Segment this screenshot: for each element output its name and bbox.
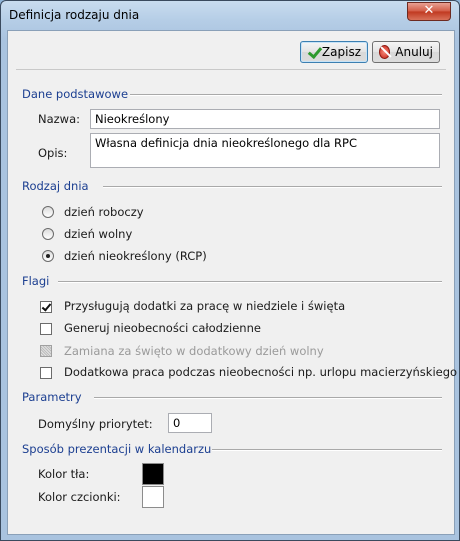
section-divider bbox=[58, 281, 442, 283]
checkbox-full-day-absence[interactable] bbox=[40, 323, 52, 335]
section-divider bbox=[94, 397, 442, 399]
close-button[interactable]: ✕ bbox=[407, 2, 451, 21]
checkbox-holiday-swap bbox=[40, 345, 52, 357]
priority-label: Domyślny priorytet: bbox=[38, 417, 153, 431]
cancel-button[interactable]: Anuluj bbox=[372, 41, 440, 63]
checkbox-extra-work-absence[interactable] bbox=[40, 367, 52, 379]
checkbox-holiday-bonus[interactable] bbox=[40, 301, 52, 313]
checkbox-holiday-bonus-label[interactable]: Przysługują dodatki za pracę w niedziele… bbox=[64, 299, 345, 313]
font-color-label: Kolor czcionki: bbox=[38, 490, 121, 504]
section-title-day-type: Rodzaj dnia bbox=[22, 179, 89, 193]
section-title-params: Parametry bbox=[22, 390, 82, 404]
font-color-swatch[interactable] bbox=[142, 486, 164, 508]
section-divider bbox=[103, 186, 442, 188]
section-title-flags: Flagi bbox=[22, 274, 50, 288]
radio-undefined-day-label[interactable]: dzień nieokreślony (RCP) bbox=[64, 249, 207, 263]
radio-day-off[interactable] bbox=[42, 228, 54, 240]
background-color-label: Kolor tła: bbox=[38, 467, 90, 481]
radio-workday[interactable] bbox=[42, 206, 54, 218]
save-button-label: Zapisz bbox=[321, 45, 361, 59]
name-label: Nazwa: bbox=[38, 112, 81, 126]
save-button[interactable]: Zapisz bbox=[300, 41, 368, 63]
name-field[interactable]: Nieokreślony bbox=[90, 109, 440, 129]
checkbox-extra-work-absence-label[interactable]: Dodatkowa praca podczas nieobecności np.… bbox=[64, 365, 457, 379]
dialog-body: Zapisz Anuluj Dane podstawowe Nazwa: Nie… bbox=[7, 30, 457, 535]
section-title-calendar: Sposób prezentacji w kalendarzu bbox=[22, 442, 212, 456]
radio-workday-label[interactable]: dzień roboczy bbox=[64, 205, 144, 219]
description-field[interactable]: Własna definicja dnia nieokreślonego dla… bbox=[90, 133, 440, 168]
cancel-button-label: Anuluj bbox=[395, 45, 433, 59]
window-title: Definicja rodzaju dnia bbox=[9, 8, 140, 22]
priority-field[interactable]: 0 bbox=[168, 413, 212, 433]
dialog-window: Definicja rodzaju dnia ✕ Zapisz Anuluj D… bbox=[0, 0, 460, 541]
checkbox-holiday-swap-label: Zamiana za święto w dodatkowy dzień woln… bbox=[64, 344, 324, 358]
radio-undefined-day[interactable] bbox=[42, 250, 54, 262]
description-label: Opis: bbox=[38, 146, 68, 160]
section-divider bbox=[130, 94, 442, 96]
title-bar[interactable]: Definicja rodzaju dnia ✕ bbox=[1, 1, 459, 29]
toolbar-divider bbox=[16, 69, 446, 70]
checkbox-full-day-absence-label[interactable]: Generuj nieobecności całodzienne bbox=[64, 321, 261, 335]
background-color-swatch[interactable] bbox=[142, 463, 164, 485]
radio-day-off-label[interactable]: dzień wolny bbox=[64, 227, 132, 241]
checkmark-icon bbox=[307, 45, 317, 59]
section-divider bbox=[212, 449, 442, 451]
cancel-icon bbox=[379, 45, 391, 59]
section-title-basic: Dane podstawowe bbox=[22, 87, 129, 101]
